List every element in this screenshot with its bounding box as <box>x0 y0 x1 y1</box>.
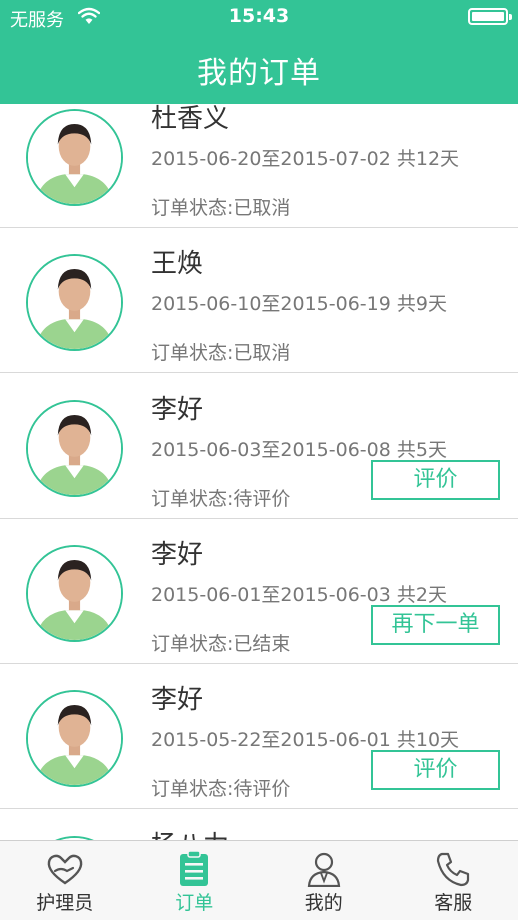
order-item[interactable]: 李好 2015-06-01至2015-06-03 共2天 订单状态:已结束 再下… <box>0 519 518 664</box>
phone-icon <box>437 852 470 887</box>
order-item[interactable]: 杜香义 2015-06-20至2015-07-02 共12天 订单状态:已取消 <box>0 83 518 228</box>
nurse-avatar <box>26 400 123 497</box>
nurse-name: 李好 <box>151 395 204 425</box>
order-dates: 2015-06-20至2015-07-02 共12天 <box>151 148 460 170</box>
nurse-avatar <box>26 254 123 351</box>
review-button[interactable]: 评价 <box>371 750 500 790</box>
order-dates: 2015-05-22至2015-06-01 共10天 <box>151 729 460 751</box>
order-item[interactable]: 杨八力 <box>0 810 518 840</box>
nurse-name: 李好 <box>151 685 204 715</box>
tab-nurses[interactable]: 护理员 <box>0 841 130 920</box>
tab-bar: 护理员 订单 我的 客服 <box>0 840 518 920</box>
heart-hand-icon <box>47 854 83 885</box>
page-title: 我的订单 <box>197 56 321 91</box>
order-status: 订单状态:已结束 <box>151 633 291 655</box>
clipboard-icon <box>180 851 209 886</box>
reorder-button[interactable]: 再下一单 <box>371 605 500 645</box>
tab-label: 我的 <box>304 892 343 914</box>
order-dates: 2015-06-03至2015-06-08 共5天 <box>151 439 447 461</box>
user-icon <box>307 852 340 887</box>
tab-mine[interactable]: 我的 <box>259 841 389 920</box>
order-item[interactable]: 李好 2015-06-03至2015-06-08 共5天 订单状态:待评价 评价 <box>0 374 518 519</box>
tab-orders[interactable]: 订单 <box>130 841 260 920</box>
tab-support[interactable]: 客服 <box>389 841 518 920</box>
order-status: 订单状态:待评价 <box>151 778 291 800</box>
order-status: 订单状态:已取消 <box>151 197 291 219</box>
nurse-name: 李好 <box>151 540 204 570</box>
order-status: 订单状态:待评价 <box>151 488 291 510</box>
nurse-avatar <box>26 690 123 787</box>
review-button[interactable]: 评价 <box>371 460 500 500</box>
nurse-avatar <box>26 545 123 642</box>
order-dates: 2015-06-10至2015-06-19 共9天 <box>151 293 447 315</box>
order-item[interactable]: 王焕 2015-06-10至2015-06-19 共9天 订单状态:已取消 <box>0 228 518 373</box>
tab-label: 客服 <box>434 892 473 914</box>
battery-icon <box>468 8 512 25</box>
order-list[interactable]: 杜香义 2015-06-20至2015-07-02 共12天 订单状态:已取消 … <box>0 0 518 840</box>
nurse-name: 杨八力 <box>151 825 229 840</box>
status-bar: 无服务 15:43 <box>0 0 518 34</box>
clock: 15:43 <box>228 5 290 27</box>
nurse-avatar <box>26 109 123 206</box>
nurse-name: 王焕 <box>151 249 204 279</box>
app-header: 无服务 15:43 我的订单 <box>0 0 518 104</box>
order-item[interactable]: 李好 2015-05-22至2015-06-01 共10天 订单状态:待评价 评… <box>0 664 518 809</box>
tab-label: 订单 <box>175 892 214 914</box>
tab-label: 护理员 <box>36 892 94 914</box>
order-status: 订单状态:已取消 <box>151 342 291 364</box>
order-dates: 2015-06-01至2015-06-03 共2天 <box>151 584 447 606</box>
